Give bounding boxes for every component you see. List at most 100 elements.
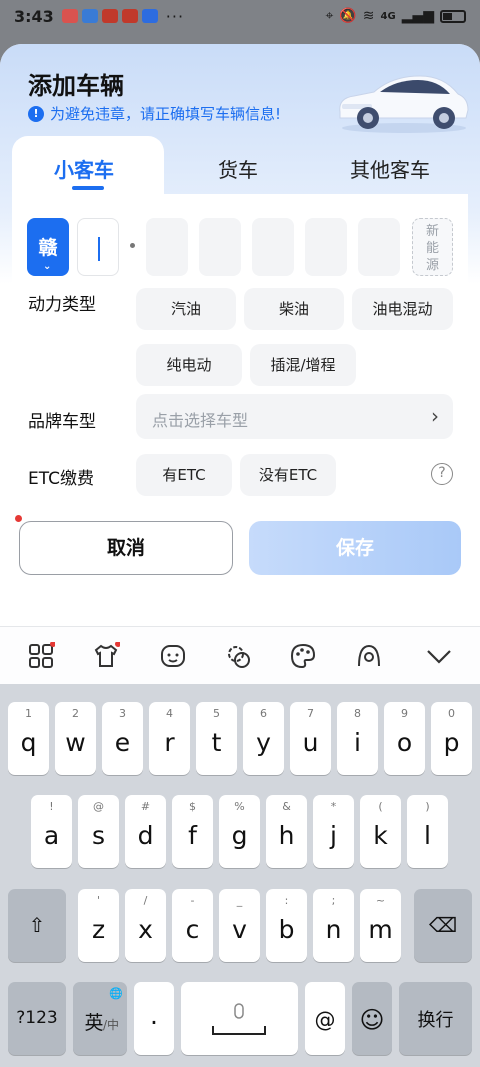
wifi-icon: ≋ — [362, 8, 375, 24]
tab-indicator — [72, 186, 104, 190]
app-notification-icon — [141, 9, 158, 23]
key-k[interactable]: (k — [360, 795, 401, 868]
emoji-key[interactable]: ☺ — [352, 982, 392, 1055]
text-cursor — [98, 237, 100, 261]
plate-char-input[interactable] — [358, 218, 400, 276]
key-g[interactable]: % g — [219, 795, 260, 868]
power-option-hybrid[interactable]: 油电混动 — [352, 288, 453, 330]
chevron-right-icon: › — [431, 404, 439, 428]
app-notification-icon — [101, 9, 118, 23]
enter-key[interactable]: 换行 — [399, 982, 472, 1055]
keyboard-toolbar — [0, 626, 480, 684]
period-key[interactable]: · — [134, 982, 174, 1055]
vehicle-type-tabs: 小客车 货车 其他客车 — [12, 136, 468, 198]
etc-label: ETC缴费 — [28, 469, 94, 489]
key-d[interactable]: # d — [125, 795, 166, 868]
plate-char-input[interactable] — [305, 218, 347, 276]
power-option-diesel[interactable]: 柴油 — [244, 288, 344, 330]
app-notification-icon — [121, 9, 138, 23]
power-option-gasoline[interactable]: 汽油 — [136, 288, 236, 330]
settings-cloud-icon[interactable] — [224, 642, 252, 670]
new-energy-plate-input[interactable]: 新 能 源 — [412, 218, 453, 276]
key-c[interactable]: -c — [172, 889, 213, 962]
status-icons: ⌖ 🔕 ≋ 4G ▂▄▆ — [325, 8, 466, 24]
key-z[interactable]: ' z — [78, 889, 119, 962]
key-e[interactable]: 3e — [102, 702, 143, 775]
key-u[interactable]: 7u — [290, 702, 331, 775]
status-bar: 3:43 ··· ⌖ 🔕 ≋ 4G ▂▄▆ — [0, 0, 480, 32]
model-selector[interactable]: 点击选择车型 › — [136, 394, 453, 439]
status-time: 3:43 — [14, 6, 54, 26]
key-b[interactable]: :b — [266, 889, 307, 962]
palette-icon[interactable] — [289, 642, 317, 670]
plate-char-input[interactable] — [252, 218, 294, 276]
notice-text: 为避免违章，请正确填写车辆信息! — [50, 105, 282, 123]
key-j[interactable]: * j — [313, 795, 354, 868]
app-notification-icon — [61, 9, 78, 23]
key-r[interactable]: 4r — [149, 702, 190, 775]
tab-truck[interactable]: 货车 — [218, 154, 258, 183]
numbers-key[interactable]: ?123 — [8, 982, 66, 1055]
model-placeholder: 点击选择车型 — [152, 411, 249, 430]
key-i[interactable]: 8i — [337, 702, 378, 775]
key-t[interactable]: 5t — [196, 702, 237, 775]
plate-province-selector[interactable]: 赣 ⌄ — [27, 218, 69, 276]
globe-icon: 🌐 — [109, 987, 123, 1000]
key-h[interactable]: & h — [266, 795, 307, 868]
signal-icon: ▂▄▆ — [401, 8, 434, 24]
car-illustration-icon — [339, 75, 469, 133]
shift-key[interactable]: ⇧ — [8, 889, 66, 962]
cancel-button[interactable]: 取消 — [19, 521, 233, 575]
key-q[interactable]: 1q — [8, 702, 49, 775]
key-v[interactable]: _ v — [219, 889, 260, 962]
key-x[interactable]: / x — [125, 889, 166, 962]
emoji-icon: ☺ — [359, 1006, 385, 1034]
key-o[interactable]: 9o — [384, 702, 425, 775]
required-indicator — [15, 515, 22, 522]
chevron-down-icon: ⌄ — [43, 261, 52, 272]
save-button[interactable]: 保存 — [249, 521, 461, 575]
mute-icon: 🔕 — [339, 8, 357, 24]
tab-small-car[interactable]: 小客车 — [54, 154, 114, 183]
key-w[interactable]: 2w — [55, 702, 96, 775]
key-f[interactable]: $ f — [172, 795, 213, 868]
space-key[interactable] — [181, 982, 298, 1055]
plate-char-input[interactable] — [199, 218, 241, 276]
backspace-key[interactable]: ⌫ — [414, 889, 472, 962]
info-icon: ! — [28, 105, 44, 122]
emoji-sticker-icon[interactable] — [159, 642, 187, 670]
key-l[interactable]: ) l — [407, 795, 448, 868]
page-title: 添加车辆 — [28, 72, 124, 100]
backspace-icon: ⌫ — [428, 913, 458, 937]
plate-province: 赣 — [38, 237, 58, 259]
more-notifications-icon: ··· — [165, 6, 185, 26]
power-type-label: 动力类型 — [28, 295, 96, 315]
key-p[interactable]: 0p — [431, 702, 472, 775]
assistant-icon[interactable] — [355, 642, 383, 670]
apps-grid-icon[interactable] — [27, 642, 55, 670]
plate-char-input[interactable] — [146, 218, 188, 276]
etc-option-no[interactable]: 没有ETC — [240, 454, 336, 496]
keyboard: 1q 2w 3e 4r 5t 6y 7u 8i 9o 0p ! a @ s # d $… — [0, 684, 480, 1067]
key-a[interactable]: ! a — [31, 795, 72, 868]
shift-icon: ⇧ — [28, 913, 46, 937]
battery-icon — [440, 9, 466, 23]
key-m[interactable]: ~ m — [360, 889, 401, 962]
theme-shirt-icon[interactable] — [92, 642, 120, 670]
tab-other-bus[interactable]: 其他客车 — [350, 154, 430, 183]
key-s[interactable]: @ s — [78, 795, 119, 868]
etc-option-yes[interactable]: 有ETC — [136, 454, 232, 496]
power-option-plugin-hybrid[interactable]: 插混/增程 — [250, 344, 356, 386]
plate-separator — [130, 243, 135, 248]
plate-char-input[interactable] — [77, 218, 119, 276]
microphone-icon — [212, 1003, 266, 1035]
power-option-electric[interactable]: 纯电动 — [136, 344, 242, 386]
location-icon: ⌖ — [325, 8, 334, 24]
add-vehicle-sheet: 添加车辆 ! 为避免违章，请正确填写车辆信息! 小客车 货车 其他客车 赣 ⌄ … — [0, 44, 480, 626]
collapse-keyboard-icon[interactable] — [425, 642, 453, 670]
key-y[interactable]: 6y — [243, 702, 284, 775]
key-n[interactable]: ; n — [313, 889, 354, 962]
language-switch-key[interactable]: 🌐 英 /中 — [73, 982, 127, 1055]
at-key[interactable]: @ — [305, 982, 345, 1055]
help-icon[interactable]: ? — [431, 463, 453, 485]
